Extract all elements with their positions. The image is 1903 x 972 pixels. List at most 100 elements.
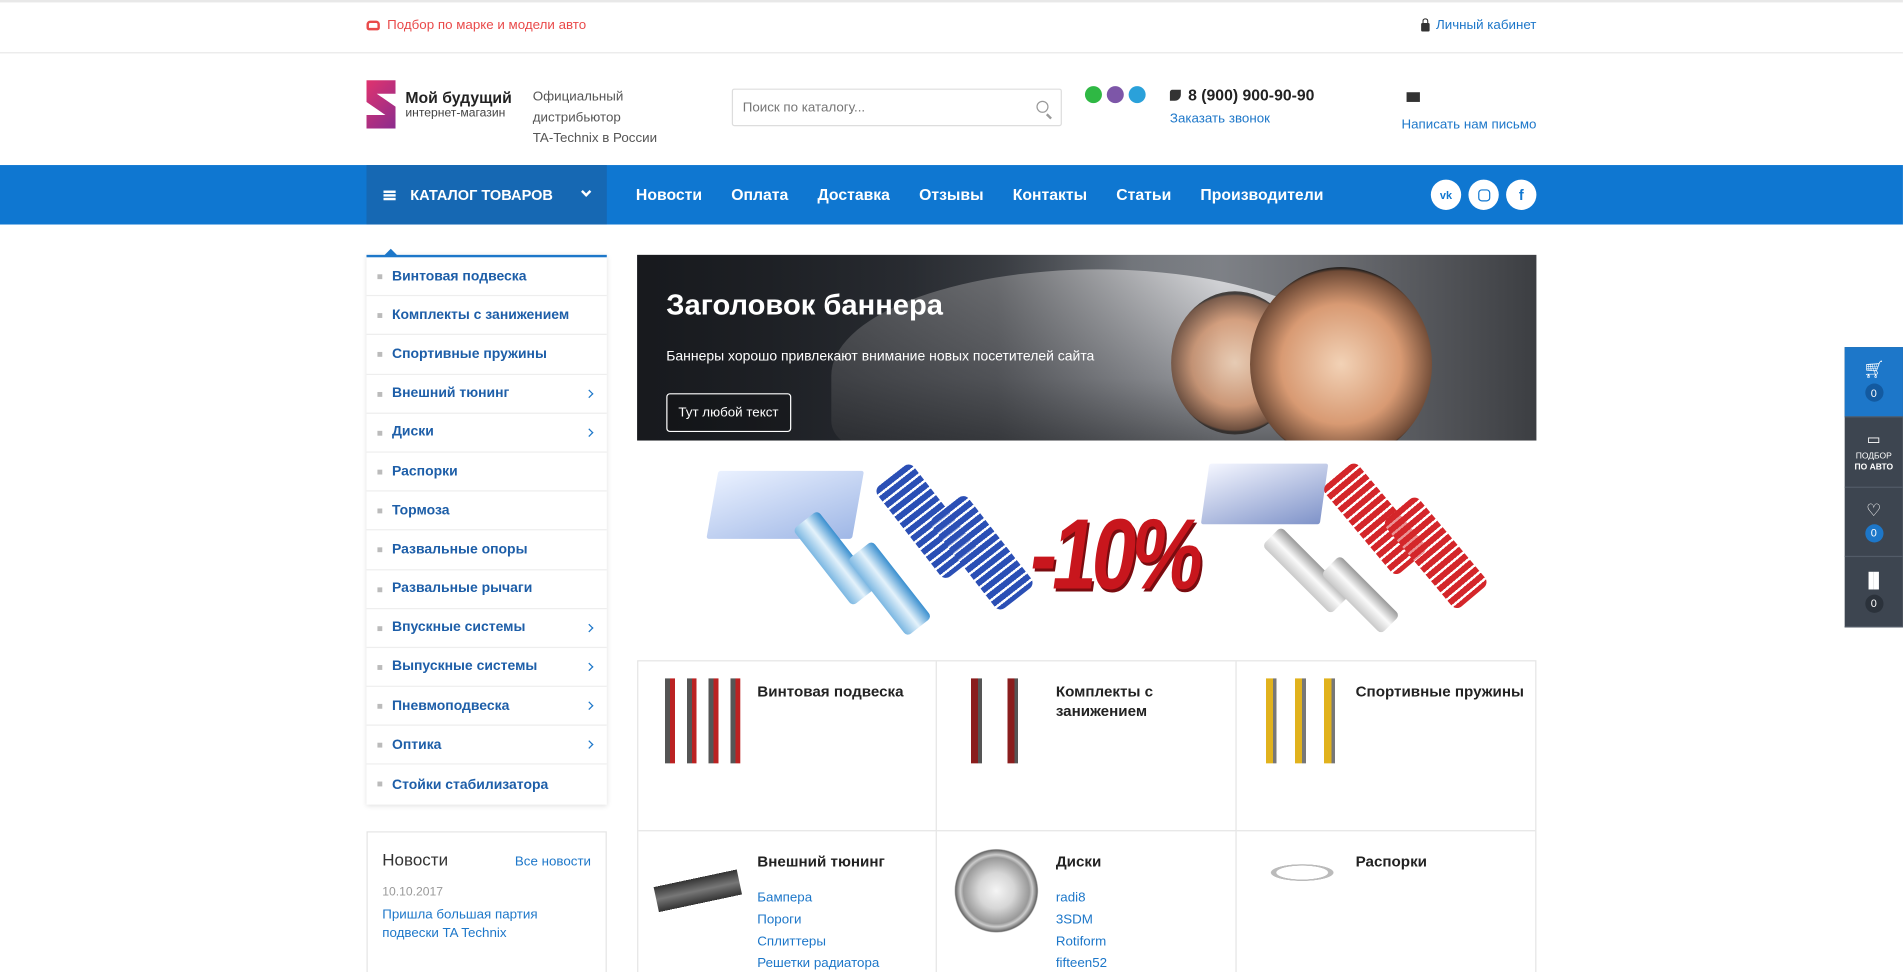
- logo-line1: Мой будущий: [405, 87, 512, 107]
- phone-icon: [1169, 89, 1181, 101]
- nav-item-manufacturers[interactable]: Производители: [1186, 186, 1338, 204]
- sidebar-item[interactable]: Впускные системы: [366, 609, 607, 648]
- cart-button[interactable]: 🛒︎ 0: [1844, 347, 1903, 418]
- car-pick-link[interactable]: Подбор по марке и модели авто: [366, 18, 586, 33]
- sidebar-item[interactable]: Спортивные пружины: [366, 335, 607, 375]
- sidebar-item[interactable]: Стойки стабилизатора: [367, 765, 607, 804]
- sidebar-item[interactable]: Развальные опоры: [366, 531, 607, 570]
- sidebar-item-label: Развальные опоры: [391, 542, 528, 557]
- bar-chart-icon: ▐▌: [1863, 571, 1885, 589]
- promo-box-image: [706, 470, 865, 539]
- car-icon: ▭: [1866, 430, 1881, 448]
- category-card[interactable]: Спортивные пружины: [1236, 661, 1536, 832]
- heart-icon: ♡: [1866, 499, 1882, 520]
- category-image[interactable]: [953, 848, 1039, 934]
- sidebar-item[interactable]: Диски: [366, 414, 607, 453]
- mail-block: Написать нам письмо: [1401, 86, 1536, 132]
- subcategory-link[interactable]: radi8: [1056, 887, 1107, 909]
- category-card[interactable]: Распорки: [1237, 831, 1536, 972]
- all-news-link[interactable]: Все новости: [515, 854, 591, 869]
- telegram-icon[interactable]: [1128, 86, 1146, 104]
- sidebar-item-label: Внешний тюнинг: [391, 386, 510, 401]
- category-name[interactable]: Спортивные пружины: [1356, 682, 1526, 701]
- main-nav: КАТАЛОГ ТОВАРОВ Новости Оплата Доставка …: [0, 165, 1903, 225]
- distributor-text: Официальный дистрибьютор TA-Technix в Ро…: [533, 87, 715, 149]
- category-card[interactable]: Винтовая подвеска: [638, 661, 937, 832]
- nav-item-articles[interactable]: Статьи: [1102, 186, 1186, 204]
- sidebar-item-label: Диски: [391, 425, 434, 440]
- promo-banner[interactable]: -10%: [637, 449, 1536, 643]
- instagram-icon[interactable]: [1468, 179, 1499, 210]
- sidebar-item-label: Выпускные системы: [391, 659, 538, 675]
- category-image[interactable]: [1253, 678, 1339, 764]
- catalog-button[interactable]: КАТАЛОГ ТОВАРОВ: [366, 165, 607, 225]
- distributor-line2: TA-Technix в России: [532, 131, 658, 146]
- sidebar-item[interactable]: Оптика: [366, 726, 607, 766]
- logo[interactable]: Мой будущий интернет-магазин: [367, 80, 512, 129]
- sidebar-item[interactable]: Тормоза: [366, 492, 607, 531]
- auto-pick-button[interactable]: ▭ ПОДБОР ПО АВТО: [1844, 417, 1903, 488]
- phone-number[interactable]: 8 (900) 900-90-90: [1188, 86, 1314, 104]
- floating-panel: 🛒︎ 0 ▭ ПОДБОР ПО АВТО ♡ 0 ▐▌ 0: [1844, 347, 1903, 628]
- nav-item-reviews[interactable]: Отзывы: [905, 186, 999, 204]
- banner-button[interactable]: Тут любой текст: [666, 393, 791, 433]
- category-name[interactable]: Внешний тюнинг: [757, 852, 927, 871]
- wishlist-count: 0: [1864, 524, 1883, 543]
- category-card[interactable]: Комплекты с занижением: [936, 661, 1237, 832]
- category-card[interactable]: Внешний тюнинг Бампера Пороги Сплиттеры Реше…: [638, 831, 937, 972]
- category-grid: Винтовая подвеска Комплекты с занижением С…: [637, 660, 1537, 972]
- compare-button[interactable]: ▐▌ 0: [1844, 557, 1903, 628]
- search-input[interactable]: [733, 89, 1013, 126]
- subcategory-link[interactable]: 3SDM: [1056, 909, 1107, 931]
- sidebar-item-label: Впускные системы: [391, 620, 526, 636]
- sidebar-item[interactable]: Выпускные системы: [366, 648, 607, 687]
- category-name[interactable]: Диски: [1056, 852, 1226, 871]
- menu-icon: [383, 189, 396, 200]
- chevron-right-icon: [584, 662, 594, 672]
- nav-item-delivery[interactable]: Доставка: [803, 186, 905, 204]
- sidebar-item[interactable]: Распорки: [366, 453, 607, 492]
- subcategory-link[interactable]: Rotiform: [1056, 931, 1107, 953]
- distributor-line1: Официальный дистрибьютор: [532, 89, 624, 126]
- nav-item-payment[interactable]: Оплата: [717, 186, 803, 204]
- hero-banner: Заголовок баннера Баннеры хорошо привлек…: [637, 254, 1537, 441]
- order-call-link[interactable]: Заказать звонок: [1170, 112, 1315, 127]
- chevron-down-icon: [581, 186, 592, 197]
- nav-item-contacts[interactable]: Контакты: [998, 186, 1102, 204]
- write-us-link[interactable]: Написать нам письмо: [1401, 118, 1536, 133]
- cabinet-link[interactable]: Личный кабинет: [1421, 17, 1536, 33]
- vk-icon[interactable]: vk: [1430, 179, 1462, 210]
- nav-item-news[interactable]: Новости: [621, 186, 716, 204]
- sidebar-item[interactable]: Развальные рычаги: [366, 570, 607, 609]
- wishlist-button[interactable]: ♡ 0: [1844, 487, 1903, 558]
- nav-menu: Новости Оплата Доставка Отзывы Контакты …: [621, 165, 1338, 224]
- category-name[interactable]: Комплекты с занижением: [1056, 682, 1226, 721]
- subcategory-link[interactable]: Пороги: [757, 909, 879, 931]
- category-name[interactable]: Распорки: [1356, 852, 1526, 871]
- sidebar-item[interactable]: Винтовая подвеска: [366, 257, 607, 297]
- whatsapp-icon[interactable]: [1084, 86, 1102, 104]
- viber-icon[interactable]: [1106, 86, 1124, 104]
- facebook-icon[interactable]: f: [1506, 179, 1537, 210]
- subcategory-link[interactable]: Решетки радиатора: [757, 953, 879, 972]
- subcategory-link[interactable]: Бампера: [757, 887, 879, 909]
- category-image[interactable]: [655, 678, 741, 764]
- compare-count: 0: [1864, 594, 1883, 613]
- category-image[interactable]: [953, 678, 1039, 764]
- chevron-right-icon: [584, 740, 594, 750]
- sidebar-item[interactable]: Комплекты с занижением: [366, 296, 607, 336]
- news-item-link[interactable]: Пришла большая партия подвески TA Techni…: [382, 907, 591, 943]
- subcategory-link[interactable]: Сплиттеры: [757, 931, 879, 953]
- subcategory-link[interactable]: fifteen52: [1056, 953, 1107, 972]
- category-image[interactable]: [647, 840, 749, 942]
- sidebar-item[interactable]: Внешний тюнинг: [366, 374, 607, 414]
- search-icon[interactable]: [1036, 100, 1049, 113]
- chevron-right-icon: [584, 428, 594, 437]
- sidebar-item[interactable]: Пневмоподвеска: [366, 687, 607, 727]
- sidebar-item-label: Винтовая подвеска: [391, 268, 527, 284]
- category-card[interactable]: Диски radi8 3SDM Rotiform fifteen52: [937, 831, 1237, 972]
- auto-caption-1: ПОДБОР: [1855, 452, 1892, 461]
- sidebar-item-label: Спортивные пружины: [391, 347, 547, 362]
- category-image[interactable]: [1253, 848, 1339, 934]
- category-name[interactable]: Винтовая подвеска: [757, 682, 927, 701]
